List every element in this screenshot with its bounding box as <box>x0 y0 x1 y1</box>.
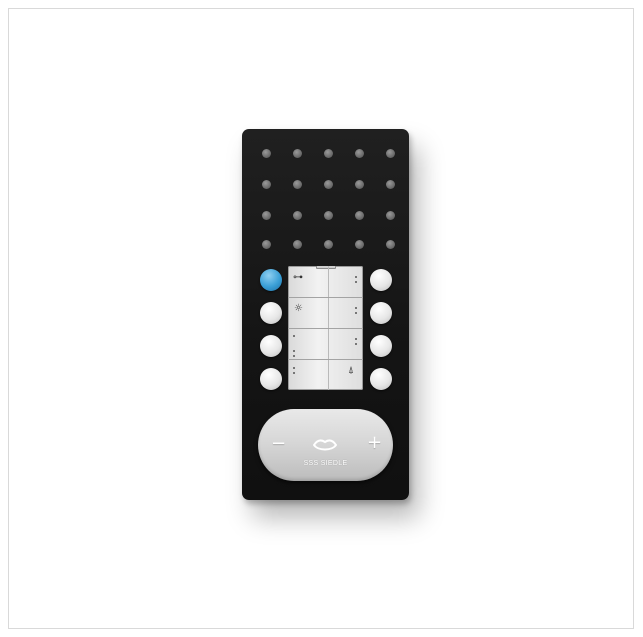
door-open-button[interactable] <box>260 269 282 291</box>
right-function-button-3[interactable] <box>370 335 392 357</box>
speaker-hole <box>355 149 364 158</box>
speaker-hole <box>262 240 271 249</box>
label-dot <box>293 335 295 337</box>
volume-up-icon[interactable]: + <box>367 434 382 452</box>
speaker-hole <box>386 180 395 189</box>
right-function-button-4[interactable] <box>370 368 392 390</box>
speaker-hole <box>355 180 364 189</box>
label-dot <box>293 355 295 357</box>
door-intercom-panel: ⊶ ☼ ⍋ − + SSS SIEDLE <box>242 129 409 500</box>
speaker-hole <box>386 240 395 249</box>
speaker-hole <box>262 211 271 220</box>
label-row-divider <box>288 359 363 360</box>
label-dot <box>355 343 357 345</box>
label-dot <box>355 276 357 278</box>
speaker-hole <box>324 211 333 220</box>
left-function-button-2[interactable] <box>260 302 282 324</box>
speaker-hole <box>355 211 364 220</box>
label-row-divider <box>288 297 363 298</box>
left-function-button-4[interactable] <box>260 368 282 390</box>
button-label-strip: ⊶ ☼ ⍋ <box>288 266 363 390</box>
label-strip-tab <box>316 266 336 269</box>
label-dot <box>355 307 357 309</box>
speaker-hole <box>324 180 333 189</box>
speaker-hole <box>386 211 395 220</box>
speaker-hole <box>355 240 364 249</box>
label-dot <box>293 350 295 352</box>
label-dot <box>355 281 357 283</box>
handsfree-talk-button[interactable]: − + SSS SIEDLE <box>258 409 393 481</box>
speak-lips-icon <box>313 439 337 451</box>
label-dot <box>355 338 357 340</box>
speaker-hole <box>293 211 302 220</box>
label-row-divider <box>288 328 363 329</box>
volume-down-icon[interactable]: − <box>271 435 286 453</box>
light-icon: ☼ <box>294 303 303 314</box>
left-function-button-3[interactable] <box>260 335 282 357</box>
right-function-button-2[interactable] <box>370 302 392 324</box>
label-dot <box>293 367 295 369</box>
speaker-hole <box>293 240 302 249</box>
speaker-hole <box>324 240 333 249</box>
speaker-hole <box>262 149 271 158</box>
speaker-hole <box>293 149 302 158</box>
label-dot <box>355 312 357 314</box>
speaker-hole <box>324 149 333 158</box>
speaker-hole <box>293 180 302 189</box>
right-function-button-1[interactable] <box>370 269 392 291</box>
label-dot <box>293 372 295 374</box>
speaker-hole <box>262 180 271 189</box>
speaker-hole <box>386 149 395 158</box>
bell-mute-icon: ⍋ <box>348 365 354 376</box>
brand-logo: SSS SIEDLE <box>303 460 348 467</box>
key-icon: ⊶ <box>293 272 303 283</box>
